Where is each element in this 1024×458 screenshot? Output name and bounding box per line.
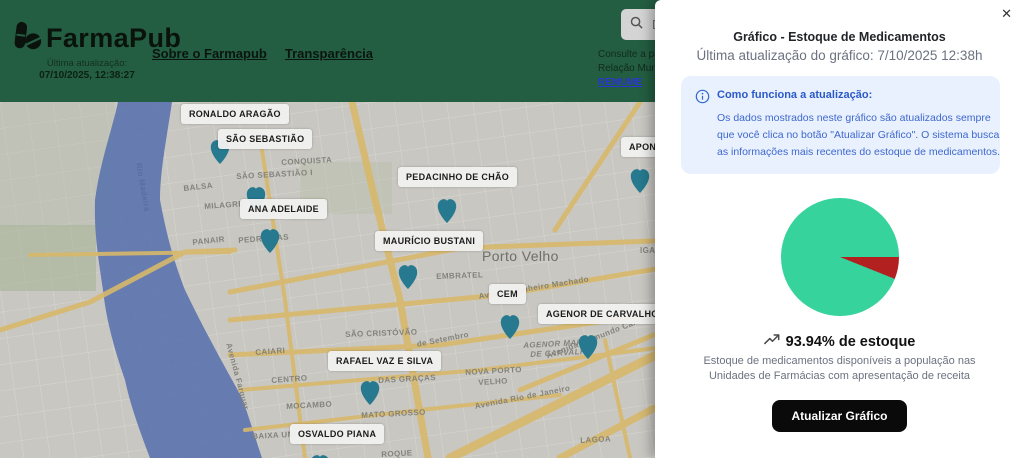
map-pin-icon[interactable] — [627, 164, 653, 196]
map-marker-label[interactable]: AGENOR DE CARVALHO — [538, 304, 667, 324]
stock-pie-chart — [781, 198, 899, 316]
stock-percentage: 93.94% de estoque — [786, 334, 916, 350]
map-street-label: IGA — [640, 246, 655, 255]
nav-link[interactable]: Sobre o Farmapub — [152, 46, 267, 61]
info-title: Como funciona a atualização: — [717, 89, 986, 101]
map-street-label: VELHO — [478, 376, 508, 387]
map-marker-label[interactable]: MAURÍCIO BUSTANI — [375, 231, 483, 251]
panel-subtitle: Última atualização do gráfico: 7/10/2025… — [655, 48, 1024, 63]
map-marker-label[interactable]: RAFAEL VAZ E SILVA — [328, 351, 441, 371]
map-street-label: EMBRATEL — [436, 270, 483, 281]
map-pin-icon[interactable] — [497, 310, 523, 342]
map-pin-icon[interactable] — [395, 260, 421, 292]
remume-link[interactable]: REMUME — [598, 77, 642, 88]
map-pin-icon[interactable] — [575, 330, 601, 362]
main-nav: Sobre o Farmapub Transparência — [152, 46, 373, 61]
last-update-value: 07/10/2025, 12:38:27 — [32, 70, 142, 81]
map-pin-icon[interactable] — [257, 224, 283, 256]
map-pin-icon[interactable] — [357, 376, 383, 408]
map-street-label: Porto Velho — [482, 248, 559, 264]
info-icon — [695, 89, 710, 109]
map-marker-label[interactable]: OSVALDO PIANA — [290, 424, 384, 444]
pills-logo-icon — [12, 20, 42, 57]
map-marker-label[interactable]: PEDACINHO DE CHÃO — [398, 167, 517, 187]
info-box: Como funciona a atualização: Os dados mo… — [681, 76, 1000, 174]
map-canvas[interactable]: CONQUISTABALSAMILAGRESÃO SEBASTIÃO IPEDR… — [0, 102, 680, 458]
map-marker-label[interactable]: CEM — [489, 284, 526, 304]
panel-title: Gráfico - Estoque de Medicamentos — [655, 30, 1024, 44]
map-marker-label[interactable]: SÃO SEBASTIÃO — [218, 129, 312, 149]
map-street-label: LAGOA — [580, 434, 611, 445]
map-pin-icon[interactable] — [307, 450, 333, 458]
last-update-label: Última atualização: — [32, 58, 142, 69]
refresh-chart-button[interactable]: Atualizar Gráfico — [772, 400, 906, 432]
map-street-label: ROQUE — [381, 448, 413, 458]
nav-link[interactable]: Transparência — [285, 46, 373, 61]
close-icon[interactable]: ✕ — [1001, 6, 1012, 22]
trending-up-icon — [764, 332, 780, 351]
map-marker-label[interactable]: ANA ADELAIDE — [240, 199, 327, 219]
chart-panel: ✕ Gráfico - Estoque de Medicamentos Últi… — [655, 0, 1024, 458]
search-icon — [630, 16, 643, 34]
map-marker-label[interactable]: RONALDO ARAGÃO — [181, 104, 289, 124]
app-window: CONQUISTABALSAMILAGRESÃO SEBASTIÃO IPEDR… — [0, 0, 1024, 458]
map-pin-icon[interactable] — [434, 194, 460, 226]
info-body: Os dados mostrados neste gráfico são atu… — [717, 110, 1002, 160]
stock-description: Estoque de medicamentos disponíveis a po… — [687, 354, 992, 384]
